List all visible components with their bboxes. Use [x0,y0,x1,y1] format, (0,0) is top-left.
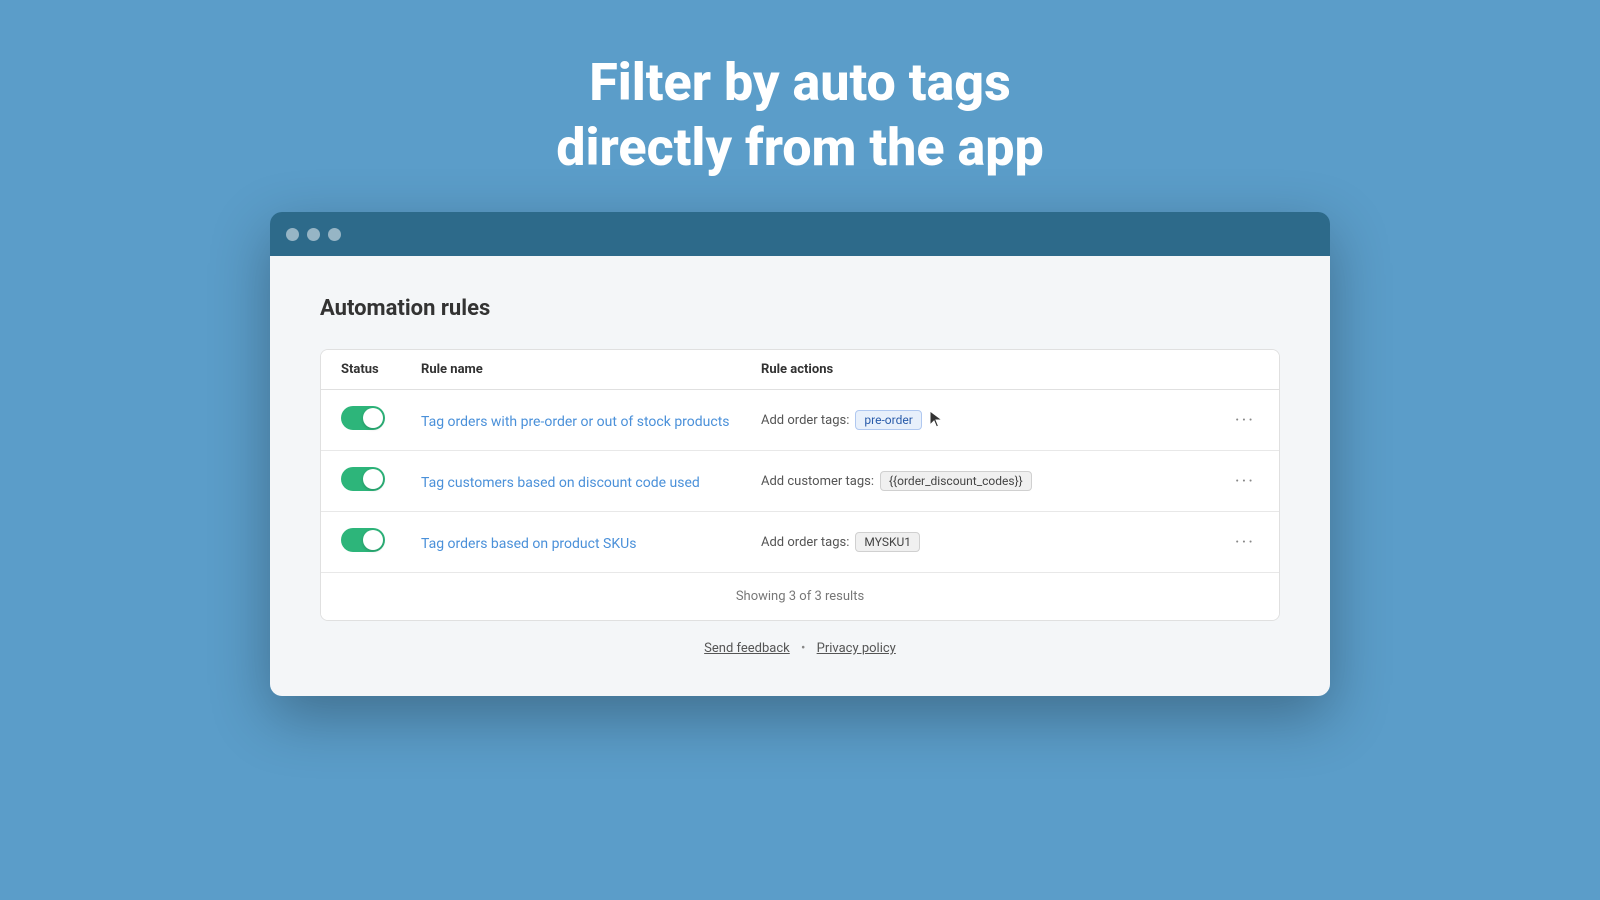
col-header-actions: Rule actions [761,362,1199,377]
action-label-row3: Add order tags: [761,535,849,550]
rule-actions-row1: Add order tags: pre-order [761,409,1199,431]
toggle-row3[interactable] [341,528,421,556]
table-header: Status Rule name Rule actions [321,350,1279,390]
cursor-icon [928,409,946,431]
browser-content: Automation rules Status Rule name Rule a… [270,256,1330,696]
col-header-rulename: Rule name [421,362,761,377]
col-header-status: Status [341,362,421,377]
more-options-row1[interactable]: ··· [1199,410,1259,431]
more-options-row3[interactable]: ··· [1199,532,1259,553]
tag-badge-row3: MYSKU1 [855,532,920,552]
page-title: Automation rules [320,296,1280,321]
col-header-more [1199,362,1259,377]
traffic-light-red [286,228,299,241]
send-feedback-link[interactable]: Send feedback [704,641,790,656]
rule-actions-row3: Add order tags: MYSKU1 [761,532,1199,552]
browser-titlebar [270,212,1330,256]
showing-results: Showing 3 of 3 results [321,573,1279,620]
table-row: Tag orders based on product SKUs Add ord… [321,512,1279,573]
more-options-row2[interactable]: ··· [1199,471,1259,492]
toggle-row1[interactable] [341,406,421,434]
table-row: Tag customers based on discount code use… [321,451,1279,512]
rule-name-row3[interactable]: Tag orders based on product SKUs [421,533,761,552]
rule-name-row1[interactable]: Tag orders with pre-order or out of stoc… [421,411,761,430]
rule-name-row2[interactable]: Tag customers based on discount code use… [421,472,761,491]
hero-heading: Filter by auto tags directly from the ap… [556,50,1044,180]
hero-line2: directly from the app [556,115,1044,180]
rule-actions-row2: Add customer tags: {{order_discount_code… [761,471,1199,491]
privacy-policy-link[interactable]: Privacy policy [817,641,896,656]
footer-separator: • [801,641,805,656]
tag-badge-row1: pre-order [855,410,921,430]
toggle-row2[interactable] [341,467,421,495]
browser-window: Automation rules Status Rule name Rule a… [270,212,1330,696]
table-row: Tag orders with pre-order or out of stoc… [321,390,1279,451]
action-label-row2: Add customer tags: [761,474,874,489]
action-label-row1: Add order tags: [761,413,849,428]
hero-line1: Filter by auto tags [556,50,1044,115]
traffic-light-yellow [307,228,320,241]
footer-links: Send feedback • Privacy policy [320,641,1280,656]
traffic-light-green [328,228,341,241]
automation-rules-table: Status Rule name Rule actions Tag orders… [320,349,1280,621]
tag-badge-row2: {{order_discount_codes}} [880,471,1032,491]
